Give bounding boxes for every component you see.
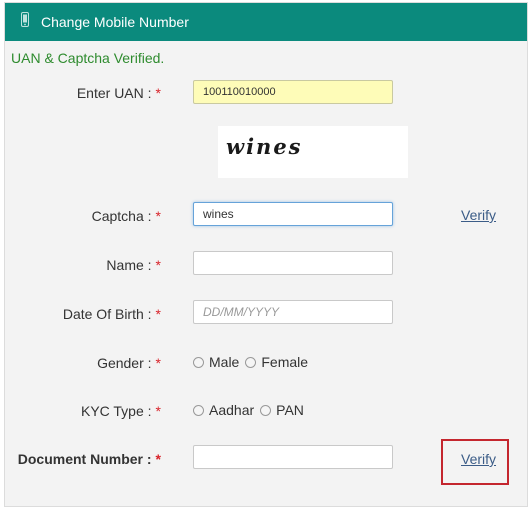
captcha-label: Captcha : *	[91, 208, 161, 224]
gender-male-label: Male	[209, 354, 240, 370]
verification-status: UAN & Captcha Verified.	[11, 50, 165, 66]
name-input[interactable]	[193, 251, 393, 275]
verify-captcha-link[interactable]: Verify	[461, 207, 496, 223]
panel-header: Change Mobile Number	[5, 3, 527, 41]
captcha-image: wines	[218, 126, 408, 178]
captcha-image-text: wines	[226, 134, 303, 159]
uan-input[interactable]	[193, 80, 393, 104]
mobile-phone-icon	[20, 12, 30, 28]
kyc-aadhar-radio[interactable]	[193, 404, 204, 416]
dob-label: Date Of Birth : *	[62, 306, 161, 322]
panel-title: Change Mobile Number	[41, 14, 189, 30]
gender-label: Gender : *	[97, 355, 161, 371]
gender-female-radio[interactable]	[245, 356, 257, 368]
dob-input[interactable]	[193, 300, 393, 324]
kyc-aadhar-label: Aadhar	[209, 402, 255, 418]
verify-document-link[interactable]: Verify	[461, 451, 496, 467]
change-mobile-panel: Change Mobile Number UAN & Captcha Verif…	[4, 2, 528, 507]
gender-male-radio[interactable]	[193, 356, 204, 368]
kyc-type-label: KYC Type : *	[80, 403, 161, 419]
document-number-input[interactable]	[193, 445, 393, 469]
name-label: Name : *	[106, 257, 161, 273]
kyc-type-radio-group: Aadhar PAN	[193, 402, 310, 418]
kyc-pan-label: PAN	[276, 402, 304, 418]
document-number-label: Document Number : *	[17, 451, 161, 467]
kyc-pan-radio[interactable]	[260, 404, 272, 416]
gender-radio-group: Male Female	[193, 354, 314, 370]
uan-label: Enter UAN : *	[76, 85, 161, 101]
captcha-input[interactable]	[193, 202, 393, 226]
gender-female-label: Female	[261, 354, 309, 370]
